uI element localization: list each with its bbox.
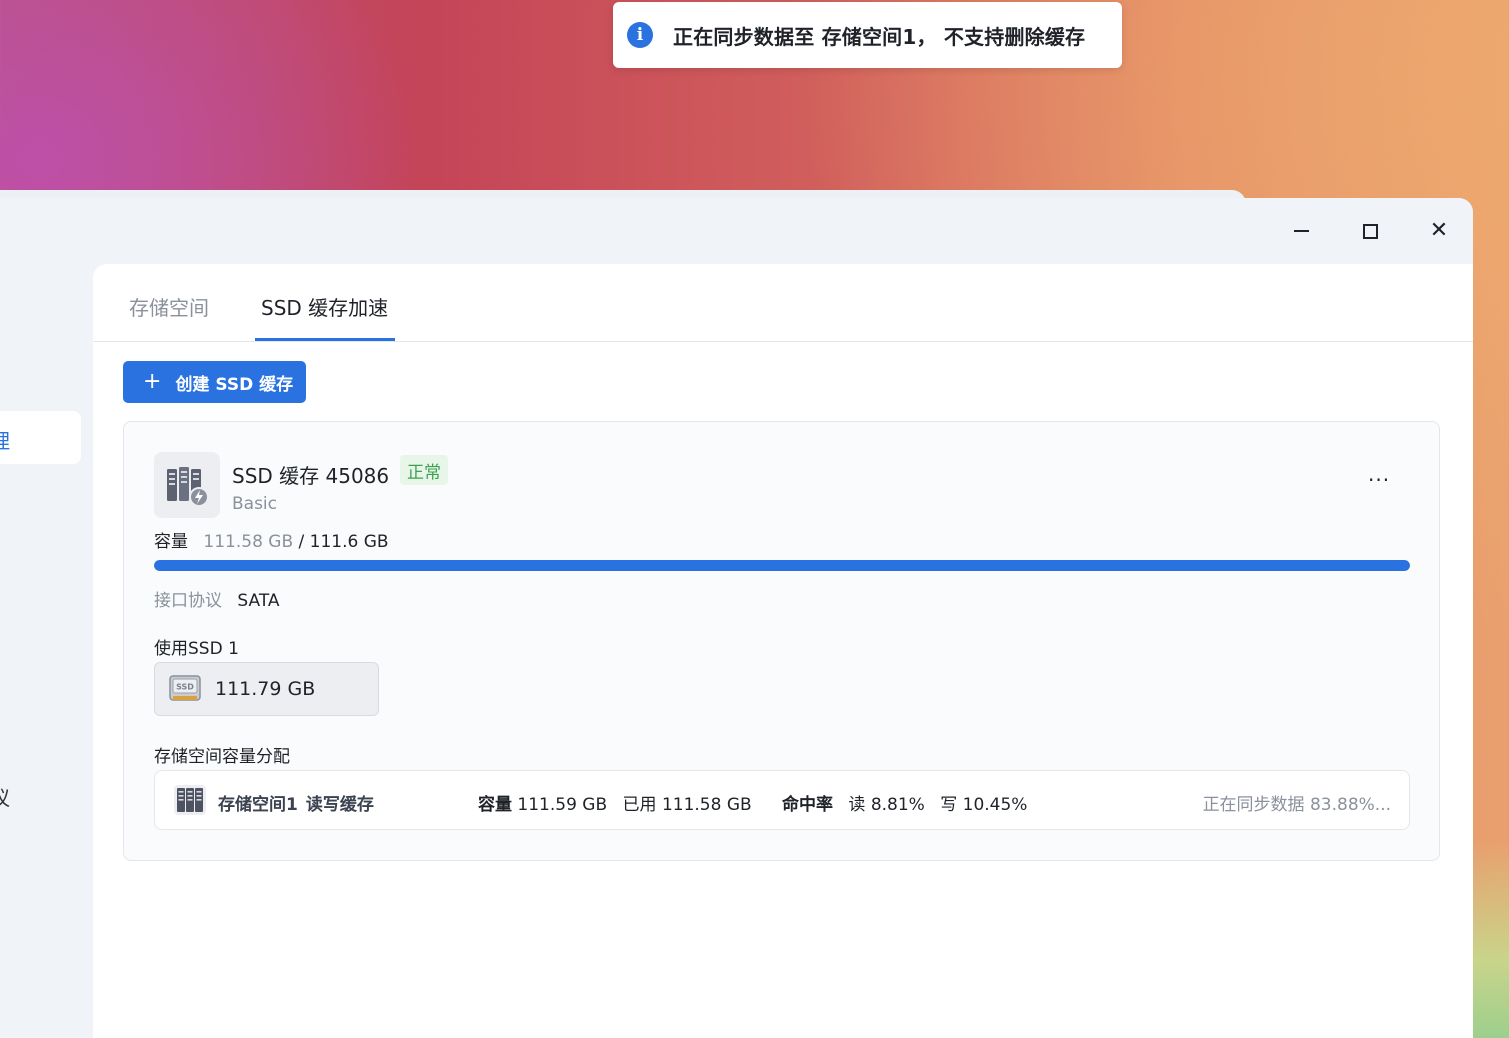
capacity-used: 111.58 GB	[203, 532, 294, 552]
allocation-hit-rate: 命中率 读 8.81% 写 10.45%	[782, 790, 1027, 815]
allocation-capacity: 容量 111.59 GB 已用 111.58 GB	[478, 790, 752, 815]
main-panel: 存储空间 SSD 缓存加速 + 创建 SSD 缓存 SSD 缓存 45086 正…	[93, 264, 1473, 1038]
info-icon: i	[627, 22, 653, 48]
allocation-capacity-value: 111.59 GB	[517, 795, 608, 815]
hit-rate-label: 命中率	[782, 795, 833, 815]
sync-status: 正在同步数据 83.88%...	[1202, 795, 1391, 815]
interface-row: 接口协议 SATA	[154, 586, 280, 611]
interface-value: SATA	[237, 591, 280, 611]
create-ssd-cache-button[interactable]: + 创建 SSD 缓存	[123, 361, 306, 403]
allocation-label: 存储空间容量分配	[154, 747, 290, 767]
storage-manager-window: ✕ 理 议 存储空间 SSD 缓存加速 + 创建 SSD 缓存	[0, 198, 1473, 1038]
allocation-name: 存储空间1 读写缓存	[218, 790, 374, 815]
ssd-cache-server-icon	[154, 452, 220, 518]
ssd-cache-card: SSD 缓存 45086 正常 Basic ··· 容量 111.58 GB /…	[123, 421, 1440, 861]
tab-bar: 存储空间 SSD 缓存加速	[93, 264, 1473, 342]
interface-label: 接口协议	[154, 591, 222, 611]
create-button-label: 创建 SSD 缓存	[175, 374, 294, 395]
notification-toast: i 正在同步数据至 存储空间1， 不支持删除缓存	[613, 2, 1122, 68]
ssd-drive-chip[interactable]: SSD 111.79 GB	[154, 662, 379, 716]
minimize-icon	[1293, 230, 1309, 232]
capacity-progress-fill	[154, 560, 1410, 571]
sidebar-item-active[interactable]: 理	[0, 411, 81, 464]
allocation-used-label: 已用	[622, 795, 657, 815]
allocation-mode: 读写缓存	[305, 795, 374, 815]
sidebar-item[interactable]: 议	[0, 782, 10, 811]
ssd-drive-icon: SSD	[169, 675, 201, 701]
maximize-button[interactable]	[1353, 216, 1387, 246]
write-label: 写	[940, 795, 958, 815]
maximize-icon	[1362, 223, 1378, 239]
svg-text:SSD: SSD	[176, 683, 194, 692]
tab-storage-space[interactable]: 存储空间	[129, 292, 209, 321]
write-value: 10.45%	[962, 795, 1028, 815]
capacity-label: 容量	[154, 532, 188, 552]
capacity-progress-bar	[154, 560, 1410, 571]
sidebar-item-label: 理	[0, 425, 10, 454]
cache-title: SSD 缓存 45086	[232, 464, 390, 488]
capacity-total: / 111.6 GB	[298, 532, 389, 552]
active-tab-indicator	[255, 338, 395, 341]
cache-type: Basic	[232, 494, 278, 514]
more-options-button[interactable]: ···	[1368, 468, 1390, 492]
allocation-used-value: 111.58 GB	[661, 795, 752, 815]
plus-icon: +	[143, 369, 162, 394]
capacity-row: 容量 111.58 GB / 111.6 GB	[154, 527, 389, 552]
allocation-space-name: 存储空间1	[218, 795, 298, 815]
close-button[interactable]: ✕	[1422, 216, 1456, 246]
read-label: 读	[848, 795, 866, 815]
ssd-size: 111.79 GB	[215, 678, 316, 700]
close-icon: ✕	[1429, 218, 1449, 243]
sidebar-item-label: 议	[0, 786, 10, 810]
minimize-button[interactable]	[1284, 216, 1318, 246]
allocation-row[interactable]: 存储空间1 读写缓存 容量 111.59 GB 已用 111.58 GB 命中率 …	[154, 770, 1410, 830]
storage-server-icon	[174, 785, 206, 815]
allocation-capacity-label: 容量	[478, 795, 512, 815]
status-badge: 正常	[400, 455, 448, 485]
tab-ssd-cache[interactable]: SSD 缓存加速	[261, 292, 388, 321]
used-ssd-label: 使用SSD 1	[154, 639, 239, 659]
read-value: 8.81%	[870, 795, 925, 815]
toast-message: 正在同步数据至 存储空间1， 不支持删除缓存	[673, 24, 1086, 49]
